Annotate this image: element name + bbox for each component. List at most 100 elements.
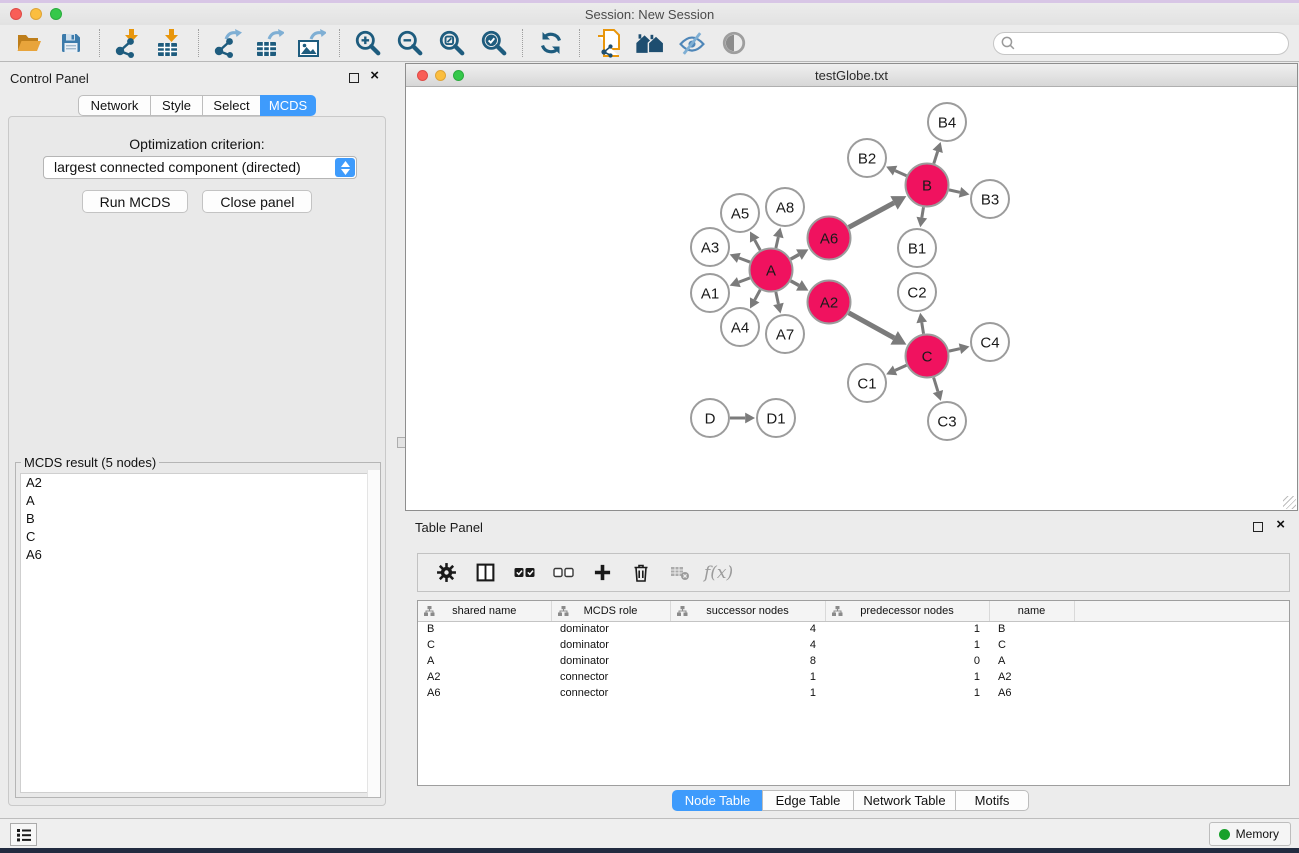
graph-edge-C-C4[interactable] xyxy=(949,349,960,351)
column-header-mcds-role[interactable]: MCDS role xyxy=(551,601,670,621)
search-field[interactable] xyxy=(993,32,1289,55)
resize-grip-icon[interactable] xyxy=(1283,496,1296,509)
tab-style[interactable]: Style xyxy=(150,95,203,116)
network-graph[interactable]: AA1A2A3A4A5A6A7A8BB1B2B3B4CC1C2C3C4DD1 xyxy=(406,88,1297,512)
mcds-panel: Optimization criterion: largest connecte… xyxy=(8,116,386,806)
zoom-fit-icon[interactable] xyxy=(436,28,468,58)
tab-edge-table[interactable]: Edge Table xyxy=(762,790,854,811)
graph-edge-B-B1[interactable] xyxy=(922,207,924,217)
graph-edge-A-A7[interactable] xyxy=(776,292,779,304)
tab-node-table[interactable]: Node Table xyxy=(672,790,763,811)
table-header-row: shared name MCDS role succ xyxy=(418,601,1289,621)
result-item[interactable]: A2 xyxy=(21,474,375,492)
clone-network-icon[interactable] xyxy=(592,28,624,58)
graph-node-label: C2 xyxy=(907,284,926,301)
tab-network-table[interactable]: Network Table xyxy=(853,790,956,811)
column-header-successor-nodes[interactable]: successor nodes xyxy=(670,601,825,621)
graph-edge-A2-C[interactable] xyxy=(849,313,894,338)
save-icon[interactable] xyxy=(55,28,87,58)
graph-arrowhead xyxy=(916,313,927,324)
add-column-icon[interactable] xyxy=(587,559,617,587)
graph-node-label: C4 xyxy=(980,334,999,351)
close-panel-icon[interactable]: × xyxy=(370,68,379,84)
tab-select[interactable]: Select xyxy=(202,95,261,116)
zoom-out-icon[interactable] xyxy=(394,28,426,58)
column-header-filler xyxy=(1074,601,1289,621)
table-row[interactable]: Cdominator41C xyxy=(418,637,1289,653)
eye-icon[interactable] xyxy=(718,28,750,58)
graph-node-label: B4 xyxy=(938,114,956,131)
open-folder-icon[interactable] xyxy=(13,28,45,58)
search-input[interactable] xyxy=(1016,34,1288,53)
column-header-name[interactable]: name xyxy=(989,601,1074,621)
import-network-icon[interactable] xyxy=(112,28,144,58)
graph-edge-B-B3[interactable] xyxy=(949,190,960,192)
graph-edge-C-C1[interactable] xyxy=(895,365,906,370)
table-row[interactable]: A2connector11A2 xyxy=(418,669,1289,685)
graph-edge-A-A5[interactable] xyxy=(755,240,761,250)
columns-icon[interactable] xyxy=(470,559,500,587)
table-row[interactable]: Adominator80A xyxy=(418,653,1289,669)
graph-arrowhead xyxy=(917,217,928,228)
graph-arrowhead xyxy=(933,142,943,153)
graph-node-label: A8 xyxy=(776,199,794,216)
memory-button[interactable]: Memory xyxy=(1209,822,1291,846)
graph-edge-C-C2[interactable] xyxy=(922,322,924,333)
toolbar-separator xyxy=(522,29,523,57)
run-mcds-button[interactable]: Run MCDS xyxy=(82,190,189,213)
graph-arrowhead xyxy=(773,227,784,238)
result-item[interactable]: B xyxy=(21,510,375,528)
home-icon[interactable] xyxy=(634,28,666,58)
result-item[interactable]: C xyxy=(21,528,375,546)
table-panel: Table Panel × xyxy=(405,511,1299,818)
table-row[interactable]: A6connector11A6 xyxy=(418,685,1289,701)
tab-mcds[interactable]: MCDS xyxy=(260,95,316,116)
tab-motifs[interactable]: Motifs xyxy=(955,790,1029,811)
graph-edge-A-A8[interactable] xyxy=(776,237,778,248)
optimization-criterion-label: Optimization criterion: xyxy=(9,136,385,152)
select-all-checked-icon[interactable] xyxy=(509,559,539,587)
graph-edge-C-C3[interactable] xyxy=(934,378,938,392)
task-history-button[interactable] xyxy=(10,823,37,846)
toolbar-separator xyxy=(198,29,199,57)
export-network-icon[interactable] xyxy=(211,28,243,58)
graph-edge-A-A1[interactable] xyxy=(739,278,750,282)
trash-icon[interactable] xyxy=(626,559,656,587)
hide-eye-icon[interactable] xyxy=(676,28,708,58)
zoom-in-icon[interactable] xyxy=(352,28,384,58)
optimization-criterion-select[interactable]: largest connected component (directed) xyxy=(43,156,357,179)
close-panel-button[interactable]: Close panel xyxy=(202,190,312,213)
column-header-shared-name[interactable]: shared name xyxy=(418,601,551,621)
network-canvas[interactable]: AA1A2A3A4A5A6A7A8BB1B2B3B4CC1C2C3C4DD1 xyxy=(406,88,1297,510)
gear-icon[interactable] xyxy=(431,559,461,587)
tab-network[interactable]: Network xyxy=(78,95,151,116)
function-builder-icon[interactable]: f(x) xyxy=(704,559,733,587)
export-image-icon[interactable] xyxy=(295,28,327,58)
result-item[interactable]: A xyxy=(21,492,375,510)
result-scrollbar[interactable] xyxy=(367,470,380,797)
mcds-result-list[interactable]: A2ABCA6 xyxy=(20,473,376,793)
export-table-icon[interactable] xyxy=(253,28,285,58)
toolbar-separator xyxy=(339,29,340,57)
table-panel-title: Table Panel xyxy=(415,520,483,535)
graph-edge-A-A4[interactable] xyxy=(755,290,761,300)
import-table-icon[interactable] xyxy=(154,28,186,58)
result-item[interactable]: A6 xyxy=(21,546,375,564)
table-row[interactable]: Bdominator41B xyxy=(418,621,1289,637)
delete-table-icon[interactable] xyxy=(665,559,695,587)
graph-edge-A-A3[interactable] xyxy=(739,258,750,262)
zoom-selected-icon[interactable] xyxy=(478,28,510,58)
float-panel-icon[interactable] xyxy=(349,73,359,83)
table-tabs: Node Table Edge Table Network Table Moti… xyxy=(672,790,1029,811)
graph-edge-A6-B[interactable] xyxy=(849,203,894,227)
close-panel-icon[interactable]: × xyxy=(1276,517,1285,533)
column-header-predecessor-nodes[interactable]: predecessor nodes xyxy=(825,601,989,621)
graph-edge-A-A2[interactable] xyxy=(791,281,799,286)
graph-edge-B-B4[interactable] xyxy=(934,151,938,163)
float-panel-icon[interactable] xyxy=(1253,522,1263,532)
graph-edge-A-A6[interactable] xyxy=(791,255,799,260)
graph-edge-B-B2[interactable] xyxy=(895,171,906,176)
deselect-all-icon[interactable] xyxy=(548,559,578,587)
mcds-result-title: MCDS result (5 nodes) xyxy=(21,455,159,470)
refresh-icon[interactable] xyxy=(535,28,567,58)
